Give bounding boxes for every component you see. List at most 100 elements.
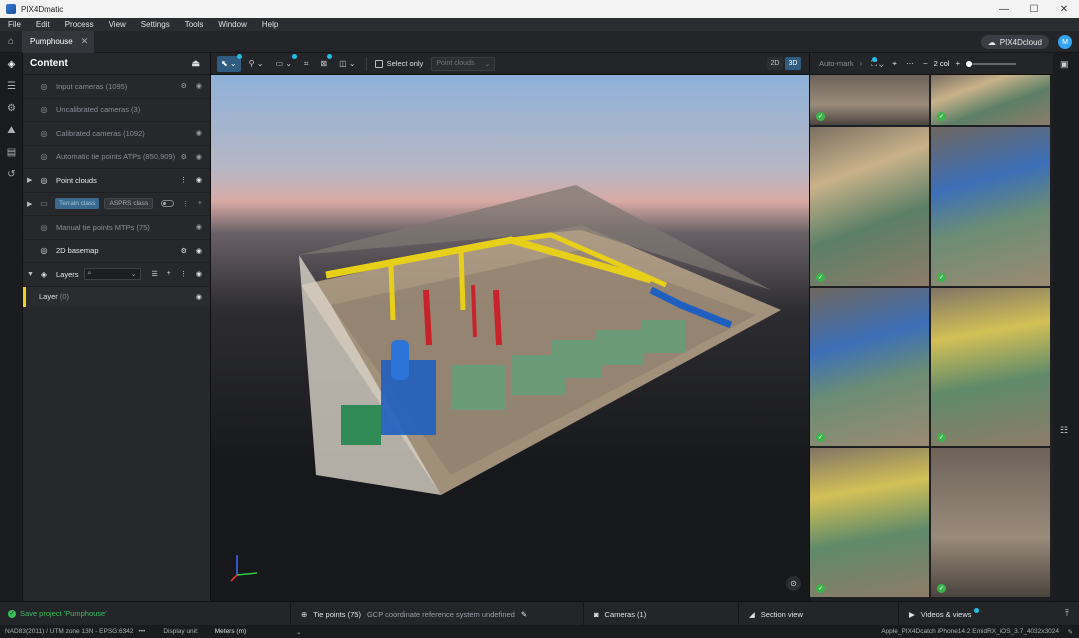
avatar[interactable]: M (1058, 35, 1072, 49)
section-tool[interactable]: ◫ ⌄ (335, 56, 359, 72)
point-cloud-scene[interactable]: ⊙ (211, 75, 809, 601)
crs-more-button[interactable]: ••• (139, 628, 146, 635)
more-icon[interactable]: ⋮ (180, 270, 187, 278)
expand-caret-icon[interactable]: ▶ (27, 176, 36, 184)
close-window-button[interactable]: ✕ (1049, 0, 1079, 18)
chevron-right-icon[interactable]: › (860, 59, 863, 68)
gear-icon[interactable]: ⚙ (181, 153, 187, 161)
content-item[interactable]: ◎ Uncalibrated cameras (3) (23, 99, 210, 122)
terrain-class-chip[interactable]: Terrain class (55, 198, 100, 210)
list-icon[interactable]: ☰ (152, 270, 158, 278)
zoom-out-button[interactable]: − (923, 59, 928, 68)
edit-camera-icon[interactable]: ✎ (1068, 628, 1073, 636)
measure-tool[interactable]: ▭ ⌄ (271, 53, 297, 72)
more-icon[interactable]: ⋮ (180, 176, 187, 184)
eye-icon[interactable]: ◉ (196, 247, 202, 255)
menu-process[interactable]: Process (65, 20, 94, 29)
viewport-3d[interactable]: ⬉ ⌄ ⚲ ⌄ ▭ ⌄ ⌗ ⊠ ◫ ⌄ Select only Point cl… (211, 53, 809, 601)
add-icon[interactable]: + (198, 200, 202, 208)
videos-section[interactable]: ▶ Videos & views (898, 602, 1053, 626)
display-unit-select[interactable]: Meters (m) (215, 628, 246, 635)
pix4dcloud-button[interactable]: ☁ PIX4Dcloud (980, 35, 1049, 49)
collapse-dock-icon[interactable]: ⤒ (1065, 608, 1069, 619)
menu-help[interactable]: Help (262, 20, 278, 29)
minimize-button[interactable]: — (989, 0, 1019, 18)
asprs-class-chip[interactable]: ASPRS class (104, 198, 154, 210)
thumbnail-size-slider[interactable] (966, 60, 1017, 67)
video-icon: ▶ (909, 609, 915, 619)
image-thumbnail[interactable]: ✓ (931, 75, 1050, 125)
maximize-button[interactable]: ☐ (1019, 0, 1049, 18)
content-item[interactable]: ▶ ◎ Point clouds ⋮ ◉ (23, 169, 210, 193)
eject-icon[interactable]: ⏏ (191, 58, 200, 69)
focus-icon[interactable]: ⌖ (892, 59, 897, 69)
image-gallery-icon[interactable]: ▣ (1060, 59, 1069, 70)
eye-icon[interactable]: ◉ (196, 293, 202, 301)
save-status[interactable]: ✓ Save project 'Pumphouse' (8, 609, 107, 618)
terrain-icon[interactable]: ⛰ (0, 119, 23, 141)
image-thumbnail[interactable]: ✓ (810, 288, 929, 446)
auto-mark-button[interactable]: Auto-mark (819, 59, 854, 68)
content-item[interactable]: ◎ Manual tie points MTPs (75) ◉ (23, 216, 210, 240)
menu-view[interactable]: View (109, 20, 126, 29)
layers-icon[interactable]: ◈ (0, 53, 23, 75)
region-tool[interactable]: ⊠ (316, 53, 333, 72)
class-caret-icon[interactable]: ▶ (27, 200, 36, 208)
chevron-down-icon[interactable]: ⌄ (296, 628, 301, 636)
menu-file[interactable]: File (8, 20, 21, 29)
report-icon[interactable]: ▤ (0, 141, 23, 163)
add-layer-icon[interactable]: + (167, 270, 171, 278)
layer-search-input[interactable]: ⌕ ⌄ (83, 268, 141, 281)
menu-window[interactable]: Window (218, 20, 246, 29)
section-view-section[interactable]: ◢ Section view (738, 602, 898, 626)
close-tab-icon[interactable]: ✕ (81, 36, 89, 47)
eye-icon[interactable]: ◉ (196, 153, 202, 161)
class-toggle[interactable] (161, 200, 175, 208)
view-3d-button[interactable]: 3D (785, 57, 801, 70)
image-thumbnail[interactable]: ✓ (810, 127, 929, 286)
cameras-label: Cameras (1) (604, 609, 647, 619)
content-item[interactable]: ◎ 2D basemap ⚙ ◉ (23, 240, 210, 263)
eye-icon[interactable]: ◉ (196, 82, 202, 90)
view-2d-button[interactable]: 2D (767, 57, 783, 70)
tab-project[interactable]: Pumphouse ✕ (22, 30, 95, 53)
chevron-down-icon[interactable]: ⌄ (131, 270, 137, 278)
tie-points-section[interactable]: ⊕ Tie points (75) GCP coordinate referen… (290, 602, 585, 626)
edit-icon[interactable]: ✎ (521, 610, 527, 619)
more-options-icon[interactable]: ⋯ (906, 59, 914, 68)
crop-tool[interactable]: ⌗ (300, 56, 313, 72)
gear-icon[interactable]: ⚙ (181, 82, 187, 90)
menu-tools[interactable]: Tools (185, 20, 204, 29)
marker-tool[interactable]: ⚲ ⌄ (245, 56, 268, 72)
image-thumbnail[interactable]: ✓ (810, 448, 929, 597)
image-thumbnail[interactable]: ✓ (810, 75, 929, 125)
sliders-icon[interactable]: ☰ (0, 75, 23, 97)
content-item[interactable]: ◎ Calibrated cameras (1092) ◉ (23, 122, 210, 146)
layer-item[interactable]: Layer (0) ◉ (23, 286, 210, 307)
layers-caret-icon[interactable]: ▼ (27, 271, 36, 278)
image-thumbnail[interactable]: ✓ (931, 448, 1050, 597)
eye-icon[interactable]: ◉ (196, 223, 202, 231)
processing-icon[interactable]: ⚙ (0, 97, 23, 119)
select-only-checkbox[interactable] (374, 59, 383, 68)
filter-icon[interactable]: ⛶ ⌄ (871, 56, 883, 69)
point-clouds-dropdown[interactable]: Point clouds ⌄ (431, 56, 496, 71)
more-icon[interactable]: ⋮ (182, 200, 189, 208)
image-thumbnail[interactable]: ✓ (931, 127, 1050, 286)
home-icon[interactable]: ⌂ (0, 31, 22, 53)
recenter-icon[interactable]: ⊙ (786, 576, 801, 591)
select-tool[interactable]: ⬉ ⌄ (217, 53, 242, 72)
properties-icon[interactable]: ☷ (1060, 425, 1068, 436)
image-thumbnail[interactable]: ✓ (931, 288, 1050, 446)
eye-icon[interactable]: ◉ (196, 176, 202, 184)
content-item[interactable]: ◎ Automatic tie points ATPs (850,909) ⚙ ◉ (23, 146, 210, 169)
cameras-section[interactable]: ◙ Cameras (1) (583, 602, 738, 626)
history-icon[interactable]: ↺ (0, 163, 23, 185)
eye-icon[interactable]: ◉ (196, 129, 202, 137)
content-item[interactable]: ◎ Input cameras (1095) ⚙ ◉ (23, 75, 210, 99)
menu-edit[interactable]: Edit (36, 20, 50, 29)
eye-icon[interactable]: ◉ (196, 270, 202, 278)
menu-settings[interactable]: Settings (141, 20, 170, 29)
zoom-in-button[interactable]: + (955, 59, 960, 68)
gear-icon[interactable]: ⚙ (181, 247, 187, 255)
